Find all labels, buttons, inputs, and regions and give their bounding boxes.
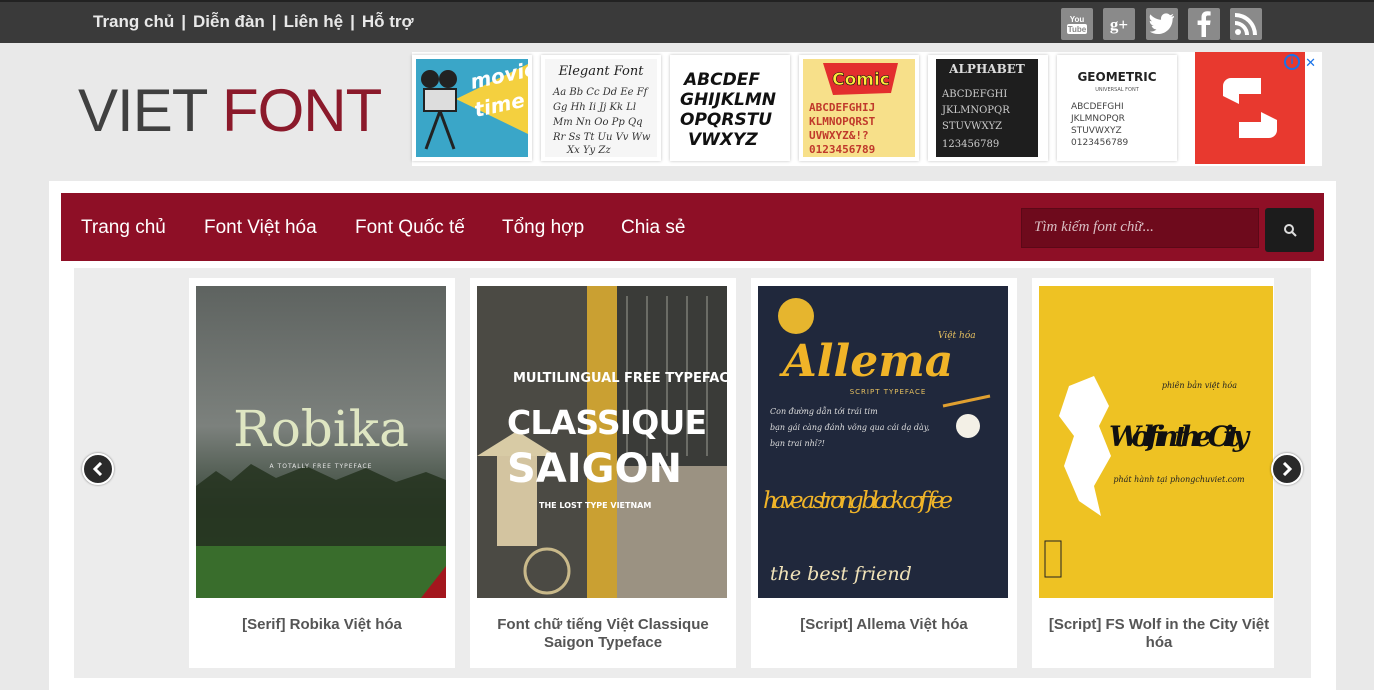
card-thumb-top: MULTILINGUAL FREE TYPEFACE	[513, 371, 727, 386]
svg-text:ABCDEFGHI: ABCDEFGHI	[1071, 102, 1124, 112]
chevron-left-icon	[92, 462, 103, 476]
separator: |	[271, 12, 277, 31]
ad-tile[interactable]: Elegant Font Aa Bb Cc Dd Ee Ff Gg Hh Ii …	[541, 55, 661, 161]
card-thumb-title: Wolf in the City	[1109, 420, 1251, 453]
top-link-support[interactable]: Hỗ trợ	[362, 12, 414, 31]
card-caption[interactable]: [Serif] Robika Việt hóa	[196, 616, 448, 634]
svg-text:STUVWXYZ: STUVWXYZ	[942, 121, 1002, 132]
svg-text:Xx Yy Zz: Xx Yy Zz	[566, 145, 611, 156]
slider-prev-button[interactable]	[82, 453, 114, 485]
svg-text:ABCDEFGHIJ: ABCDEFGHIJ	[809, 101, 875, 114]
ad-tile[interactable]: ALPHABET ABCDEFGHI JKLMNOPQR STUVWXYZ 12…	[928, 55, 1048, 161]
card-caption[interactable]: [Script] FS Wolf in the City Việt hóa	[1039, 616, 1279, 652]
card-thumb-top: phiên bản việt hóa	[1162, 381, 1237, 390]
search-button[interactable]	[1265, 208, 1314, 252]
nav-item-summary[interactable]: Tổng hợp	[502, 217, 584, 239]
nav-item-intl-fonts[interactable]: Font Quốc tế	[355, 217, 465, 239]
svg-text:OPQRSTU: OPQRSTU	[680, 110, 772, 130]
nav-item-home[interactable]: Trang chủ	[81, 217, 166, 239]
svg-text:bạn trai nhỉ?!: bạn trai nhỉ?!	[770, 439, 825, 448]
card-thumb-title: Allema	[779, 336, 954, 387]
svg-text:Comic: Comic	[832, 70, 890, 90]
top-link-contact[interactable]: Liên hệ	[284, 12, 344, 31]
svg-text:GEOMETRIC: GEOMETRIC	[1077, 70, 1156, 84]
site-logo[interactable]: VIET FONT	[78, 76, 382, 145]
nav-item-share[interactable]: Chia sẻ	[621, 217, 685, 239]
search-input[interactable]: Tìm kiếm font chữ...	[1021, 208, 1259, 248]
top-bar: Trang chủ | Diễn đàn | Liên hệ | Hỗ trợ You Tub…	[0, 0, 1374, 43]
svg-text:Aa Bb Cc Dd Ee Ff: Aa Bb Cc Dd Ee Ff	[552, 87, 650, 98]
card-thumbnail[interactable]: MULTILINGUAL FREE TYPEFACE CLASSIQUE SAI…	[477, 286, 727, 598]
svg-text:Elegant Font: Elegant Font	[558, 64, 645, 79]
svg-text:Mm Nn Oo Pp Qq: Mm Nn Oo Pp Qq	[552, 117, 643, 128]
svg-text:STUVWXYZ: STUVWXYZ	[1071, 126, 1122, 136]
logo-text-font: FONT	[221, 77, 382, 144]
svg-text:JKLMNOPQR: JKLMNOPQR	[941, 105, 1010, 116]
google-plus-icon[interactable]: g+	[1103, 8, 1135, 40]
svg-text:KLMNOPQRST: KLMNOPQRST	[809, 115, 876, 128]
card-thumbnail[interactable]: Robika A TOTALLY FREE TYPEFACE	[196, 286, 446, 598]
chevron-right-icon	[1282, 462, 1293, 476]
top-links: Trang chủ | Diễn đàn | Liên hệ | Hỗ trợ	[93, 12, 414, 32]
ad-tile[interactable]: GEOMETRIC UNIVERSAL FONT ABCDEFGHI JKLMN…	[1057, 55, 1177, 161]
card-thumbnail[interactable]: Việt hóa Allema SCRIPT TYPEFACE Con đườn…	[758, 286, 1008, 598]
logo-text-viet: VIET	[78, 77, 207, 144]
font-card[interactable]: Robika A TOTALLY FREE TYPEFACE [Serif] R…	[189, 278, 455, 668]
svg-text:Con đường dẫn tới trái tim: Con đường dẫn tới trái tim	[770, 407, 878, 416]
top-link-forum[interactable]: Diễn đàn	[193, 12, 265, 31]
youtube-icon[interactable]: You Tube	[1061, 8, 1093, 40]
svg-text:SAIGON: SAIGON	[507, 446, 682, 492]
font-card[interactable]: phiên bản việt hóa Wolf in the City phát…	[1032, 278, 1274, 668]
svg-text:bạn gái càng đánh võng qua cái: bạn gái càng đánh võng qua cái dạ dày,	[770, 423, 930, 432]
ad-banner[interactable]: movie time Elegant Font Aa Bb Cc Dd Ee F…	[412, 52, 1322, 166]
slider-next-button[interactable]	[1271, 453, 1303, 485]
rss-icon[interactable]	[1230, 8, 1262, 40]
svg-text:123456789: 123456789	[942, 139, 999, 150]
svg-text:CLASSIQUE: CLASSIQUE	[507, 403, 707, 442]
font-card[interactable]: Việt hóa Allema SCRIPT TYPEFACE Con đườn…	[751, 278, 1017, 668]
twitter-icon[interactable]	[1146, 8, 1178, 40]
svg-text:g+: g+	[1110, 15, 1128, 34]
card-caption[interactable]: [Script] Allema Việt hóa	[758, 616, 1010, 634]
svg-text:ABCDEFGHI: ABCDEFGHI	[941, 89, 1007, 100]
card-thumb-subtitle: SCRIPT TYPEFACE	[850, 388, 927, 396]
svg-text:Gg Hh Ii Jj Kk Ll: Gg Hh Ii Jj Kk Ll	[553, 102, 636, 113]
top-link-home[interactable]: Trang chủ	[93, 12, 174, 31]
ad-tile[interactable]: movie time	[412, 55, 532, 161]
svg-text:ALPHABET: ALPHABET	[948, 62, 1025, 76]
card-thumb-end: the best friend	[770, 563, 912, 585]
ad-tile[interactable]: ABCDEF GHIJKLMN OPQRSTU VWXYZ	[670, 55, 790, 161]
card-caption[interactable]: Font chữ tiếng Việt Classique Saigon Typ…	[477, 616, 729, 652]
svg-text:Rr Ss Tt Uu Vv Ww: Rr Ss Tt Uu Vv Ww	[552, 132, 651, 143]
nav-item-viet-fonts[interactable]: Font Việt hóa	[204, 217, 317, 239]
search-icon	[1283, 224, 1297, 237]
svg-text:0123456789: 0123456789	[809, 143, 875, 156]
separator: |	[350, 12, 355, 31]
svg-text:JKLMNOPQR: JKLMNOPQR	[1070, 114, 1125, 124]
card-thumb-subtitle: THE LOST TYPE VIETNAM	[539, 501, 651, 510]
svg-text:UNIVERSAL FONT: UNIVERSAL FONT	[1095, 87, 1140, 93]
card-thumb-line: have a strong black coffee	[763, 488, 953, 514]
card-thumbnail[interactable]: phiên bản việt hóa Wolf in the City phát…	[1039, 286, 1273, 598]
separator: |	[181, 12, 186, 31]
svg-text:GHIJKLMN: GHIJKLMN	[680, 90, 776, 110]
main-nav: Trang chủ Font Việt hóa Font Quốc tế Tổn…	[61, 193, 1324, 261]
ad-tile[interactable]: Comic ABCDEFGHIJ KLMNOPQRST UVWXYZ&!? 01…	[799, 55, 919, 161]
svg-text:ABCDEF: ABCDEF	[682, 70, 760, 90]
card-thumb-subtitle: phát hành tại phongchuviet.com	[1113, 475, 1245, 484]
svg-text:UVWXYZ&!?: UVWXYZ&!?	[809, 129, 869, 142]
svg-text:You: You	[1070, 15, 1085, 24]
svg-text:Tube: Tube	[1068, 25, 1087, 34]
ad-info-icon[interactable]: i	[1284, 54, 1300, 70]
svg-text:0123456789: 0123456789	[1071, 138, 1129, 148]
ad-close-icon[interactable]: ✕	[1305, 55, 1316, 71]
card-thumb-subtitle: A TOTALLY FREE TYPEFACE	[270, 463, 373, 470]
font-card[interactable]: MULTILINGUAL FREE TYPEFACE CLASSIQUE SAI…	[470, 278, 736, 668]
card-thumb-title: Robika	[233, 400, 409, 458]
svg-text:VWXYZ: VWXYZ	[688, 130, 758, 150]
facebook-icon[interactable]	[1188, 8, 1220, 40]
